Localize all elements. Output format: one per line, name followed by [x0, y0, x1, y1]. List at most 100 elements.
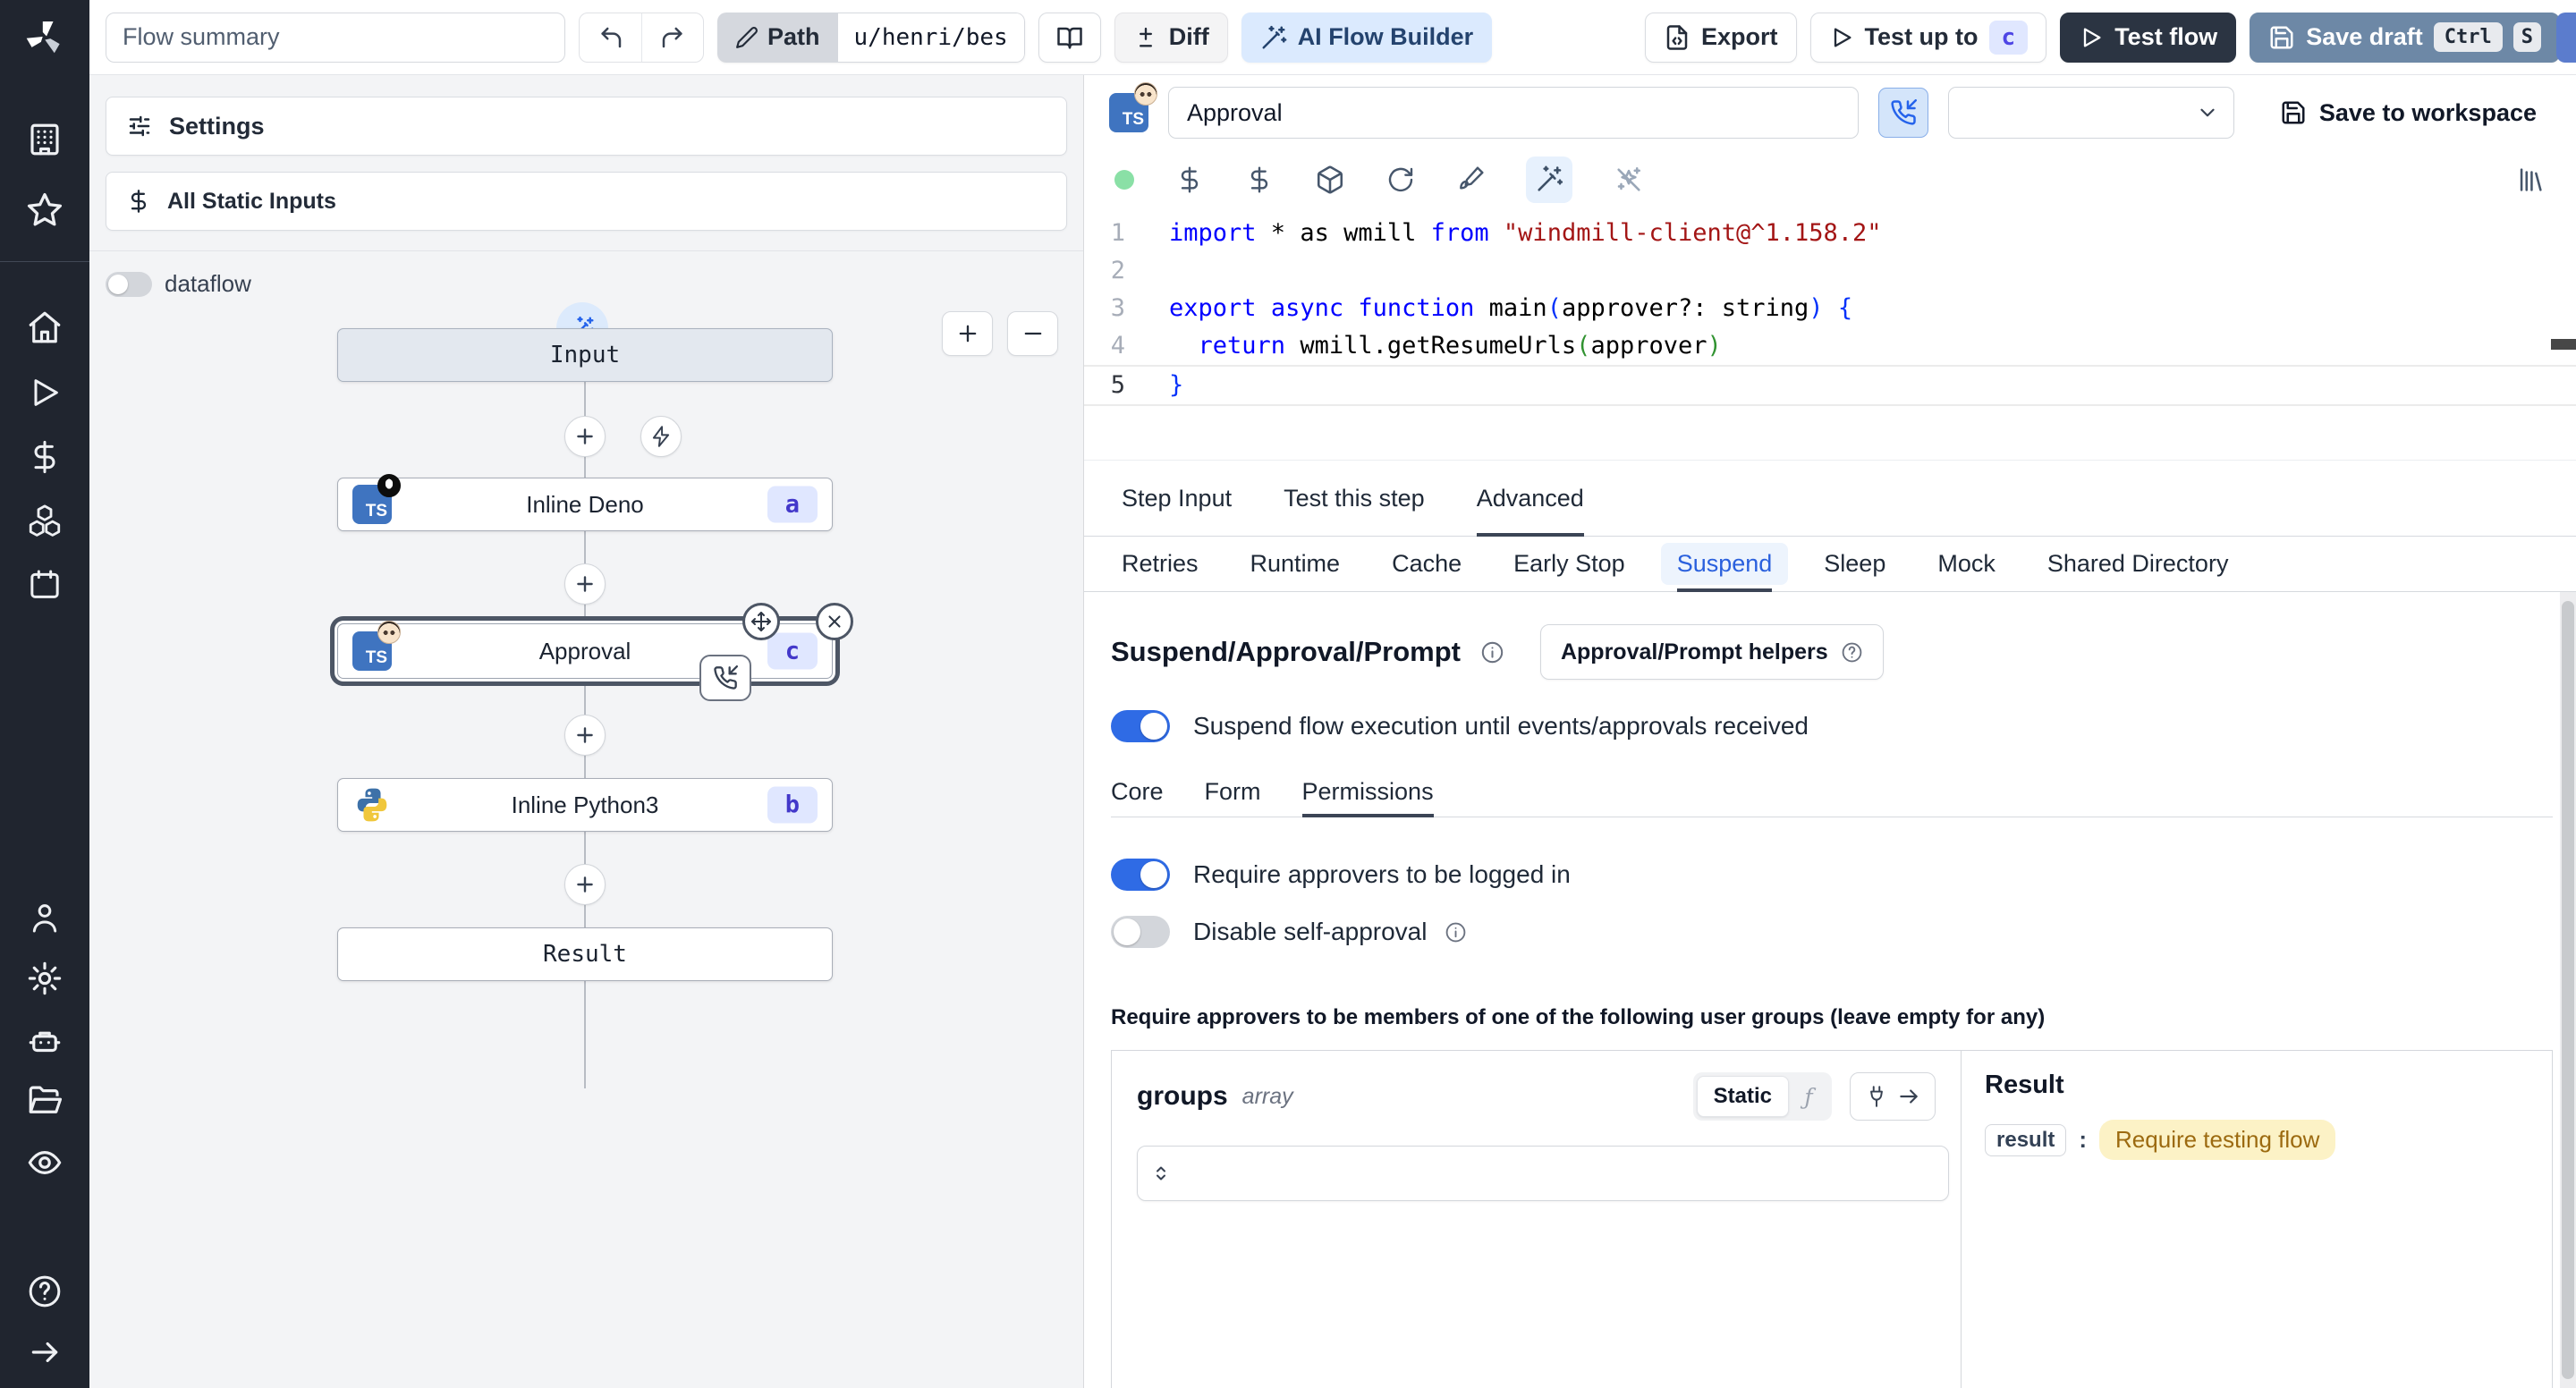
kbd-ctrl: Ctrl [2433, 22, 2503, 52]
result-key-chip[interactable]: result [1985, 1123, 2067, 1156]
trigger-zap-button[interactable] [640, 416, 682, 457]
book-open-icon [1056, 27, 1082, 48]
windmill-logo-icon[interactable] [21, 14, 68, 61]
input-node[interactable]: Input [337, 328, 833, 382]
info-icon[interactable] [1445, 921, 1467, 944]
resource-picker-icon[interactable] [1245, 165, 1274, 194]
workers-bot-icon[interactable] [21, 1018, 68, 1064]
connect-input-button[interactable] [1850, 1072, 1936, 1121]
insert-step-button[interactable] [564, 864, 606, 905]
test-flow-button[interactable]: Test flow [2060, 12, 2237, 63]
tab-sleep[interactable]: Sleep [1824, 537, 1885, 591]
require-login-toggle[interactable] [1111, 859, 1170, 891]
step-node-inline-deno[interactable]: TS Inline Deno a [337, 474, 833, 531]
code-editor[interactable]: 1 import * as wmill from "windmill-clien… [1084, 209, 2576, 460]
function-mode-button[interactable]: ƒ [1789, 1084, 1828, 1110]
variable-picker-icon[interactable] [1175, 165, 1204, 194]
undo-button[interactable] [580, 13, 641, 62]
tab-mock[interactable]: Mock [1937, 537, 1996, 591]
info-icon[interactable] [1480, 640, 1504, 664]
result-node[interactable]: Result [337, 927, 833, 981]
package-icon[interactable] [1315, 165, 1345, 195]
settings-gear-icon[interactable] [21, 955, 68, 1002]
panel-scrollbar[interactable] [2560, 592, 2576, 1388]
all-static-inputs-card[interactable]: All Static Inputs [106, 172, 1067, 231]
baby-emoji-overlay [377, 621, 401, 644]
path-control[interactable]: Path u/henri/bes [717, 12, 1025, 63]
panel-scrollbar-thumb[interactable] [2562, 601, 2574, 1379]
language-status-dot [1114, 170, 1134, 190]
help-icon[interactable] [21, 1268, 68, 1315]
tab-advanced[interactable]: Advanced [1476, 461, 1584, 537]
zoom-in-button[interactable] [942, 311, 993, 356]
workspace-icon[interactable] [21, 116, 68, 163]
collapse-arrow-icon[interactable] [21, 1329, 68, 1375]
tab-shared-directory[interactable]: Shared Directory [2047, 537, 2229, 591]
approval-prompt-helpers-button[interactable]: Approval/Prompt helpers [1539, 624, 1884, 680]
test-up-to-button[interactable]: Test up to c [1809, 12, 2047, 63]
export-button[interactable]: Export [1645, 12, 1797, 63]
step-node-approval-selected[interactable]: TS Approval c [337, 603, 853, 701]
tab-runtime[interactable]: Runtime [1250, 537, 1341, 591]
flow-summary-input[interactable] [106, 12, 565, 63]
dataflow-toggle[interactable] [106, 271, 152, 297]
tab-retries[interactable]: Retries [1122, 537, 1199, 591]
ai-generate-icon[interactable] [1526, 157, 1572, 203]
save-to-workspace-button[interactable]: Save to workspace [2280, 99, 2537, 127]
static-mode-button[interactable]: Static [1696, 1076, 1789, 1117]
audit-logs-eye-icon[interactable] [21, 1139, 68, 1186]
redo-button[interactable] [641, 13, 703, 62]
tab-core[interactable]: Core [1111, 767, 1164, 817]
approval-phone-button[interactable] [1878, 88, 1928, 138]
code-line-active: 5 } [1084, 365, 2576, 406]
path-label: Path [767, 23, 820, 50]
step-name-input[interactable] [1168, 87, 1859, 139]
step-node-inline-python3[interactable]: Inline Python3 b [337, 778, 833, 832]
tab-step-input[interactable]: Step Input [1122, 461, 1232, 536]
schedules-icon[interactable] [21, 562, 68, 608]
script-version-select[interactable] [1948, 87, 2234, 139]
save-draft-button[interactable]: Save draft Ctrl S [2250, 12, 2560, 63]
deploy-button-partial[interactable] [2556, 13, 2576, 63]
tab-form[interactable]: Form [1205, 767, 1261, 817]
folders-icon[interactable] [21, 1078, 68, 1124]
tab-early-stop[interactable]: Early Stop [1513, 537, 1625, 591]
library-icon[interactable] [2515, 165, 2546, 195]
chevron-down-icon [2200, 108, 2215, 117]
format-brush-icon[interactable] [1456, 165, 1485, 194]
flow-settings-card[interactable]: Settings [106, 97, 1067, 156]
reset-icon[interactable] [1386, 165, 1415, 194]
disable-self-approval-toggle[interactable] [1111, 916, 1170, 948]
tab-cache[interactable]: Cache [1392, 537, 1462, 591]
suspend-flow-toggle[interactable] [1111, 710, 1170, 742]
sliders-icon [129, 115, 150, 137]
path-value[interactable]: u/henri/bes [837, 12, 1025, 63]
insert-step-button[interactable] [564, 416, 606, 457]
groups-array-input[interactable] [1137, 1146, 1949, 1201]
step-label: Approval [538, 637, 631, 664]
docs-book-button[interactable] [1038, 12, 1101, 63]
insert-step-button[interactable] [564, 715, 606, 756]
runs-icon[interactable] [21, 369, 68, 416]
code-line: 3 export async function main(approver?: … [1110, 294, 1853, 322]
suspend-tab-content: Suspend/Approval/Prompt Approval/Prompt … [1084, 592, 2576, 1388]
editor-scrollbar-thumb[interactable] [2551, 339, 2576, 350]
resources-icon[interactable] [21, 497, 68, 544]
step-header: TS Save to workspace [1084, 75, 2576, 150]
diff-button[interactable]: Diff [1114, 12, 1228, 63]
insert-step-button[interactable] [564, 563, 606, 605]
home-icon[interactable] [21, 304, 68, 351]
tab-suspend[interactable]: Suspend [1660, 537, 1789, 592]
require-login-label: Require approvers to be logged in [1193, 860, 1571, 888]
variables-icon[interactable] [21, 434, 68, 480]
tab-permissions[interactable]: Permissions [1301, 767, 1434, 817]
delete-step-button[interactable] [816, 603, 853, 640]
user-icon[interactable] [21, 894, 68, 941]
tab-test-this-step[interactable]: Test this step [1284, 461, 1425, 536]
save-icon [2270, 26, 2293, 48]
ai-flow-builder-button[interactable]: AI Flow Builder [1241, 12, 1493, 63]
groups-field-panel: groups array Static ƒ [1112, 1051, 1962, 1388]
favorites-star-icon[interactable] [21, 187, 68, 233]
move-step-handle[interactable] [742, 603, 780, 640]
zoom-out-button[interactable] [1007, 311, 1058, 356]
